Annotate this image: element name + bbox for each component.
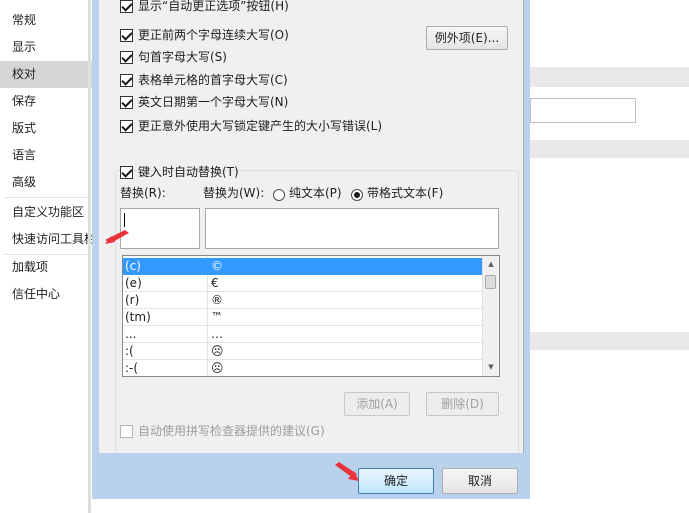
pointer-arrow-icon — [105, 230, 129, 244]
list-item-to: ☹ — [211, 344, 224, 358]
show-autocorrect-options-label: 显示“自动更正选项”按钮(H) — [138, 0, 289, 13]
list-item[interactable]: (e) € — [123, 275, 482, 292]
sidebar-item-display[interactable]: 显示 — [0, 34, 92, 61]
show-autocorrect-options-checkbox[interactable] — [120, 0, 133, 13]
correct-two-initial-capitals-checkbox[interactable] — [120, 29, 133, 42]
plain-text-radio[interactable] — [273, 189, 285, 201]
options-sidebar: 常规 显示 校对 保存 版式 语言 高级 自定义功能区 快速访问工具栏 加载项 … — [0, 0, 92, 513]
list-item[interactable]: (r) ® — [123, 292, 482, 309]
section-header — [530, 332, 689, 350]
list-item-from: :-( — [125, 361, 139, 375]
correct-two-initial-capitals-label: 更正前两个字母连续大写(O) — [138, 28, 289, 42]
sidebar-divider — [4, 197, 90, 198]
list-item-to: ☹ — [211, 361, 224, 375]
formatted-text-label: 带格式文本(F) — [367, 186, 444, 200]
capitalize-table-cells-label: 表格单元格的首字母大写(C) — [138, 73, 288, 87]
section-header — [530, 67, 689, 87]
list-item[interactable]: (c) © — [123, 258, 482, 275]
use-spellchecker-suggestions-checkbox[interactable] — [120, 425, 133, 438]
list-item-to: € — [211, 276, 219, 290]
delete-button[interactable]: 删除(D) — [426, 392, 499, 416]
sidebar-item-proofing[interactable]: 校对 — [0, 61, 92, 88]
sidebar-item-trust-center[interactable]: 信任中心 — [0, 281, 92, 308]
list-item-from: :( — [125, 344, 134, 358]
scroll-up-icon[interactable]: ▲ — [483, 256, 499, 273]
sidebar-item-language[interactable]: 语言 — [0, 142, 92, 169]
list-item[interactable]: :( ☹ — [123, 343, 482, 360]
dialog-footer: 确定 取消 — [92, 453, 530, 499]
with-label: 替换为(W): — [203, 186, 265, 200]
list-item-to: ™ — [211, 310, 223, 324]
list-item-from: ... — [125, 327, 137, 341]
background-dropdown — [530, 98, 636, 123]
replace-as-typing-label: 键入时自动替换(T) — [138, 165, 239, 179]
pointer-arrow-icon — [335, 462, 359, 481]
list-scrollbar[interactable]: ▲ ▼ — [482, 256, 499, 376]
capitalize-day-names-label: 英文日期第一个字母大写(N) — [138, 95, 289, 109]
capitalize-day-names-checkbox[interactable] — [120, 96, 133, 109]
use-spellchecker-suggestions-label: 自动使用拼写检查器提供的建议(G) — [138, 424, 325, 438]
sidebar-item-layout[interactable]: 版式 — [0, 115, 92, 142]
sidebar-item-general[interactable]: 常规 — [0, 7, 92, 34]
list-item-from: (e) — [125, 276, 142, 290]
ok-button[interactable]: 确定 — [358, 468, 434, 494]
replace-as-typing-checkbox[interactable] — [120, 166, 133, 179]
capitalize-table-cells-checkbox[interactable] — [120, 74, 133, 87]
options-window-scrollbar[interactable] — [88, 0, 91, 513]
formatted-text-radio[interactable] — [351, 189, 363, 201]
autocorrect-tab-panel: 显示“自动更正选项”按钮(H) 更正前两个字母连续大写(O) 句首字母大写(S)… — [99, 0, 524, 457]
sidebar-item-add-ins[interactable]: 加载项 — [0, 254, 92, 281]
plain-text-label: 纯文本(P) — [289, 186, 342, 200]
autocorrect-dialog: 显示“自动更正选项”按钮(H) 更正前两个字母连续大写(O) 句首字母大写(S)… — [92, 0, 530, 499]
sidebar-item-quick-access-toolbar[interactable]: 快速访问工具栏 — [0, 226, 92, 253]
list-item-from: (tm) — [125, 310, 151, 324]
add-button[interactable]: 添加(A) — [344, 392, 410, 416]
with-input[interactable] — [205, 208, 499, 249]
exceptions-button[interactable]: 例外项(E)... — [426, 26, 508, 50]
cancel-button[interactable]: 取消 — [442, 468, 518, 494]
list-item-to: ® — [211, 293, 223, 307]
correct-caps-lock-label: 更正意外使用大写锁定键产生的大小写错误(L) — [138, 119, 383, 133]
replace-label: 替换(R): — [120, 186, 166, 200]
correct-caps-lock-checkbox[interactable] — [120, 120, 133, 133]
list-item-from: (r) — [125, 293, 140, 307]
list-item-to: … — [211, 327, 223, 341]
list-item[interactable]: :-( ☹ — [123, 360, 482, 376]
list-item[interactable]: ... … — [123, 326, 482, 343]
capitalize-first-letter-sentence-label: 句首字母大写(S) — [138, 50, 227, 64]
scroll-down-icon[interactable]: ▼ — [483, 359, 499, 376]
section-header — [530, 140, 689, 158]
sidebar-item-save[interactable]: 保存 — [0, 88, 92, 115]
list-item-from: (c) — [125, 259, 141, 273]
text-cursor — [124, 213, 125, 227]
list-item-to: © — [211, 259, 223, 273]
sidebar-item-customize-ribbon[interactable]: 自定义功能区 — [0, 199, 92, 226]
list-item[interactable]: (tm) ™ — [123, 309, 482, 326]
capitalize-first-letter-sentence-checkbox[interactable] — [120, 51, 133, 64]
replacement-list[interactable]: (c) © (e) € (r) ® (tm) ™ ... … :( ☹:-(… — [122, 255, 500, 377]
scroll-thumb[interactable] — [485, 275, 496, 289]
sidebar-item-advanced[interactable]: 高级 — [0, 169, 92, 196]
